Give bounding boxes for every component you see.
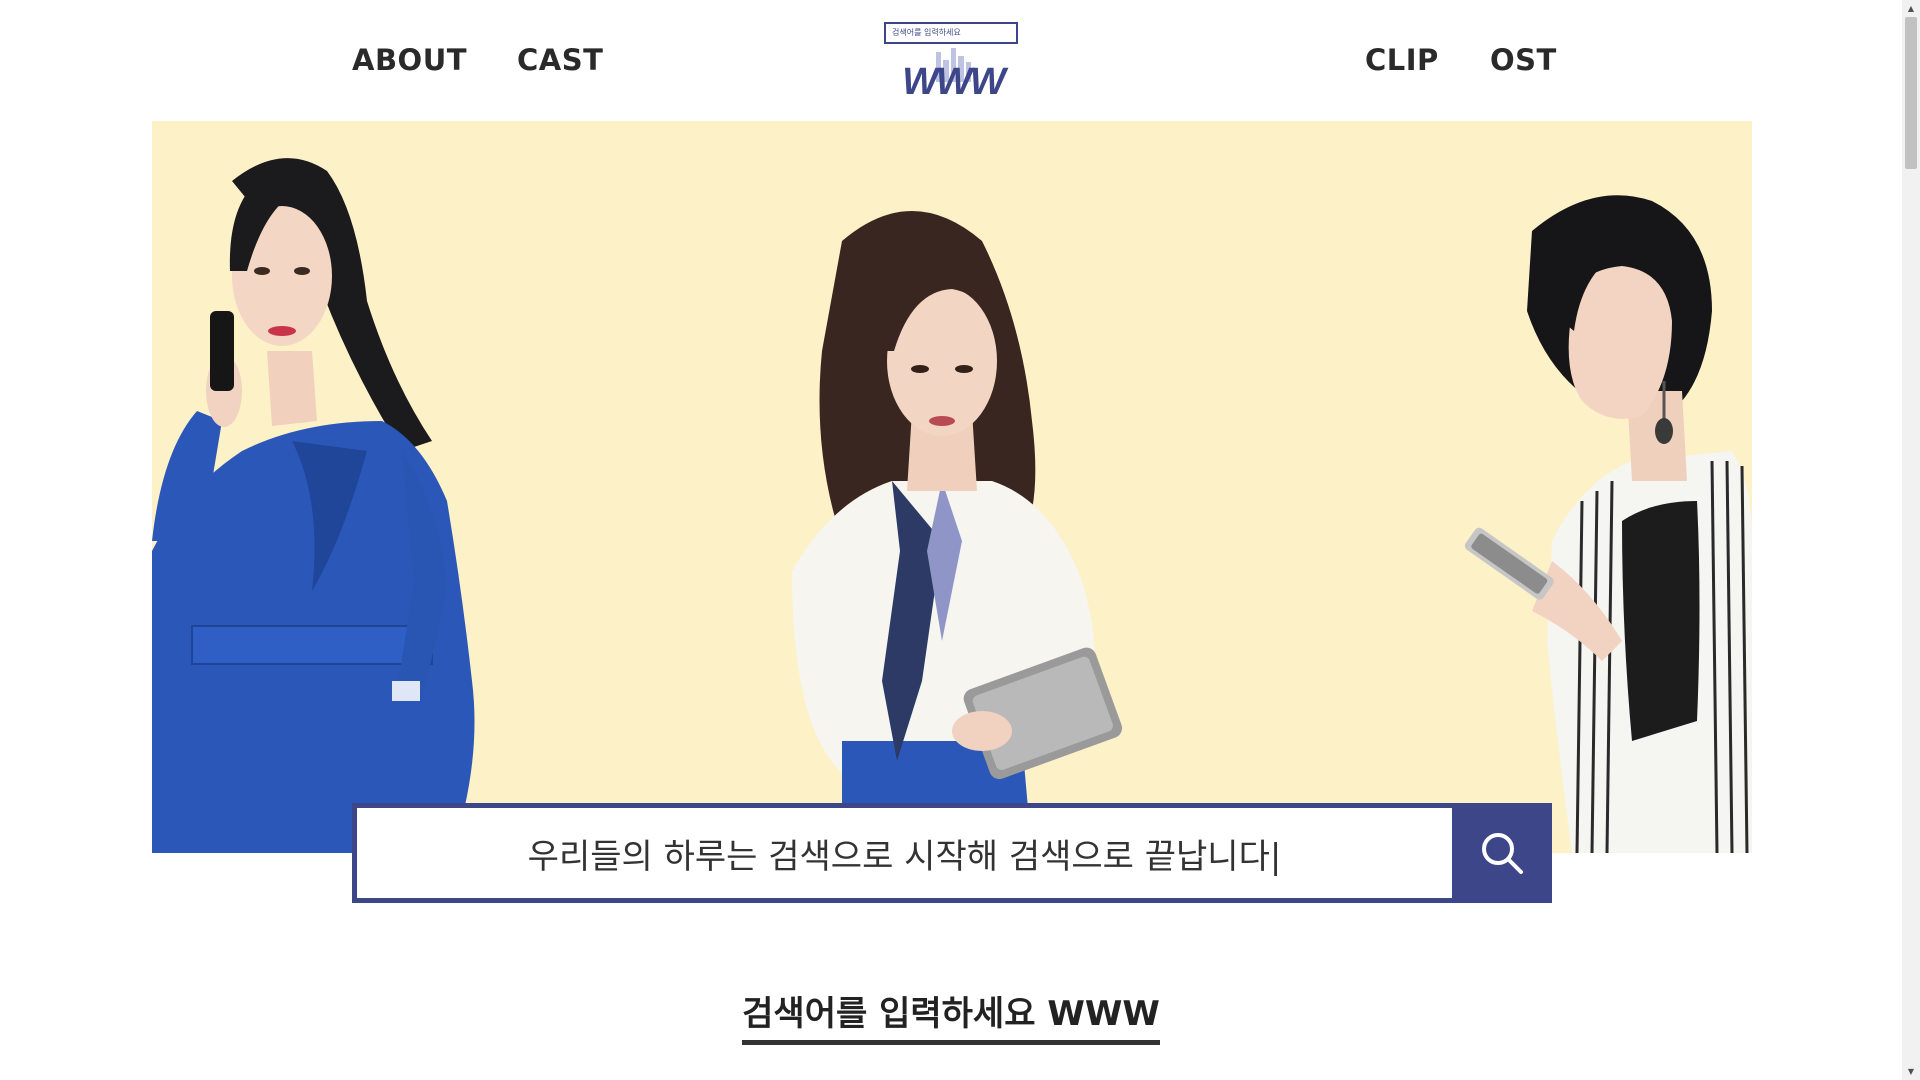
cast-figure-right [1464, 195, 1752, 853]
site-logo[interactable]: 검색어를 입력하세요 WWW [884, 22, 1022, 100]
logo-wordmark: WWW [902, 48, 1011, 100]
search-icon [1482, 833, 1523, 874]
section-heading-text: 검색어를 입력하세요 WWW [742, 994, 1160, 1045]
cast-figure-center [792, 211, 1123, 853]
site-header: ABOUT CAST 검색어를 입력하세요 WWW CLIP OST [0, 0, 1902, 121]
cast-figure-left [152, 158, 475, 853]
search-input[interactable] [357, 808, 1452, 898]
hero-banner [152, 121, 1752, 853]
scrollbar-thumb[interactable] [1905, 17, 1917, 169]
nav-cast[interactable]: CAST [517, 40, 603, 80]
main-search-bar [352, 803, 1552, 903]
hero-illustration [152, 158, 1752, 853]
nav-clip[interactable]: CLIP [1365, 40, 1439, 80]
logo-search-box: 검색어를 입력하세요 [884, 22, 1018, 44]
scroll-down-arrow-icon[interactable]: ▼ [1902, 1063, 1920, 1080]
section-heading: 검색어를 입력하세요 WWW [0, 994, 1902, 1045]
scroll-up-arrow-icon[interactable]: ▲ [1902, 0, 1920, 17]
page-scrollbar[interactable]: ▲ ▼ [1902, 0, 1920, 1080]
nav-about[interactable]: ABOUT [352, 40, 467, 80]
search-button[interactable] [1452, 803, 1552, 903]
nav-ost[interactable]: OST [1490, 40, 1557, 80]
logo-wordmark-text: WWW [902, 61, 1009, 100]
